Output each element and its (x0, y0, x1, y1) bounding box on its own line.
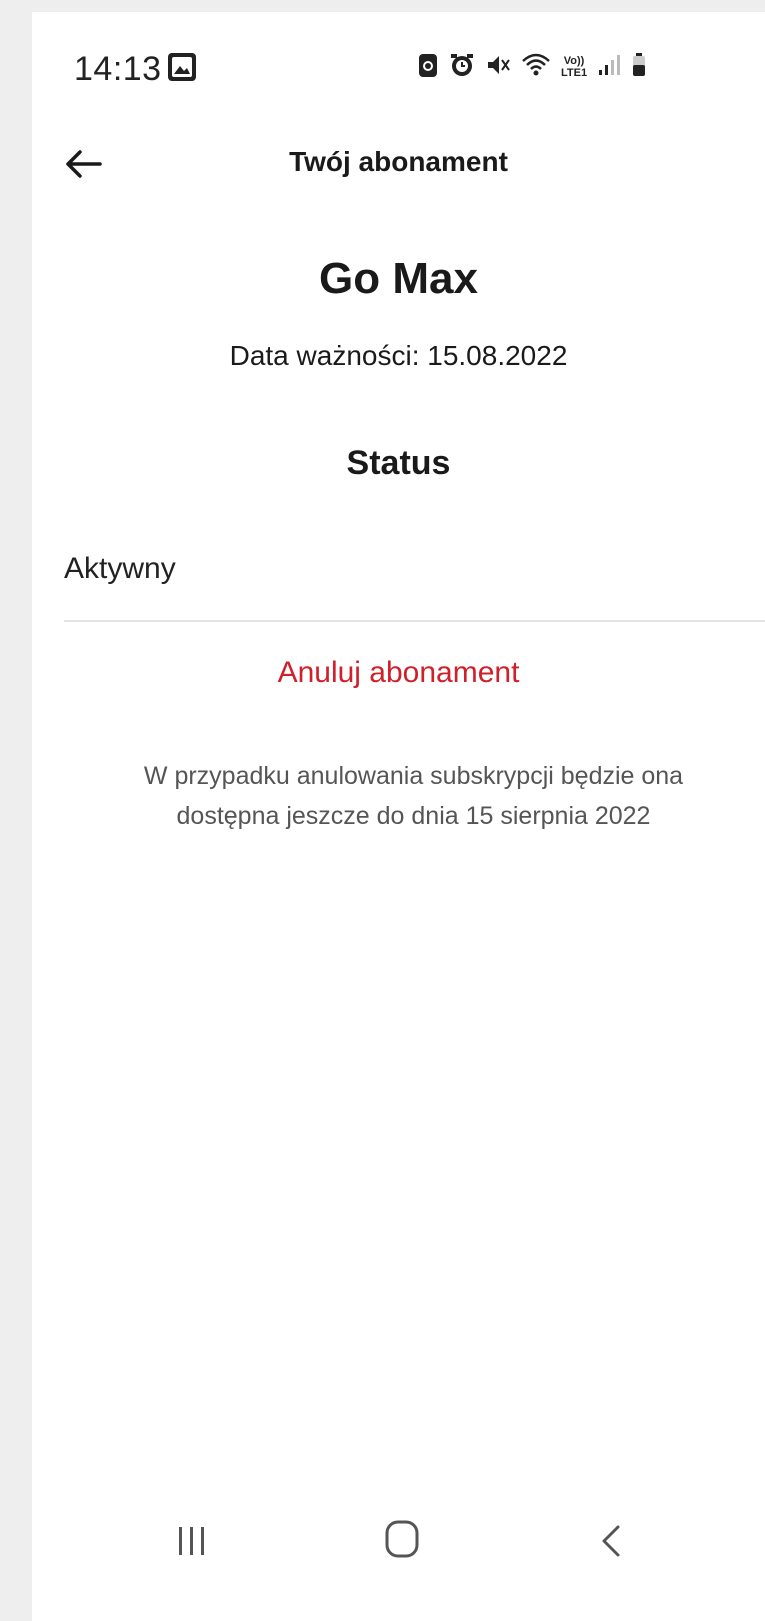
status-time: 14:13 (74, 50, 162, 88)
volte-icon: Vo)) LTE1 (561, 55, 587, 79)
divider (64, 620, 765, 622)
cancel-subscription-button[interactable]: Anuluj abonament (32, 656, 765, 690)
battery-saver-icon (417, 51, 439, 84)
signal-icon (597, 51, 621, 84)
nav-recents-button[interactable] (175, 1521, 215, 1561)
page-title: Twój abonament (289, 146, 508, 177)
status-value: Aktywny (64, 552, 176, 585)
screen: 14:13 Vo)) LTE1 Twój abonament Go Max Da… (32, 12, 765, 1621)
volte-label: Vo)) (563, 55, 585, 67)
status-heading: Status (346, 444, 451, 482)
expiry-date: Data ważności: 15.08.2022 (229, 340, 568, 371)
lte-label: LTE1 (561, 67, 588, 79)
nav-back-button[interactable] (592, 1521, 632, 1561)
status-icons: Vo)) LTE1 (417, 50, 647, 84)
gallery-icon (168, 53, 196, 81)
nav-home-button[interactable] (382, 1517, 422, 1561)
wifi-icon (521, 51, 551, 84)
mute-icon (485, 51, 511, 84)
plan-name: Go Max (319, 254, 478, 303)
cancel-info-text: W przypadku anulowania subskrypcji będzi… (143, 762, 684, 830)
chevron-left-icon (602, 1525, 620, 1557)
recents-icon (179, 1527, 204, 1555)
home-icon (385, 1520, 419, 1558)
battery-icon (631, 51, 647, 84)
alarm-icon (449, 51, 475, 84)
